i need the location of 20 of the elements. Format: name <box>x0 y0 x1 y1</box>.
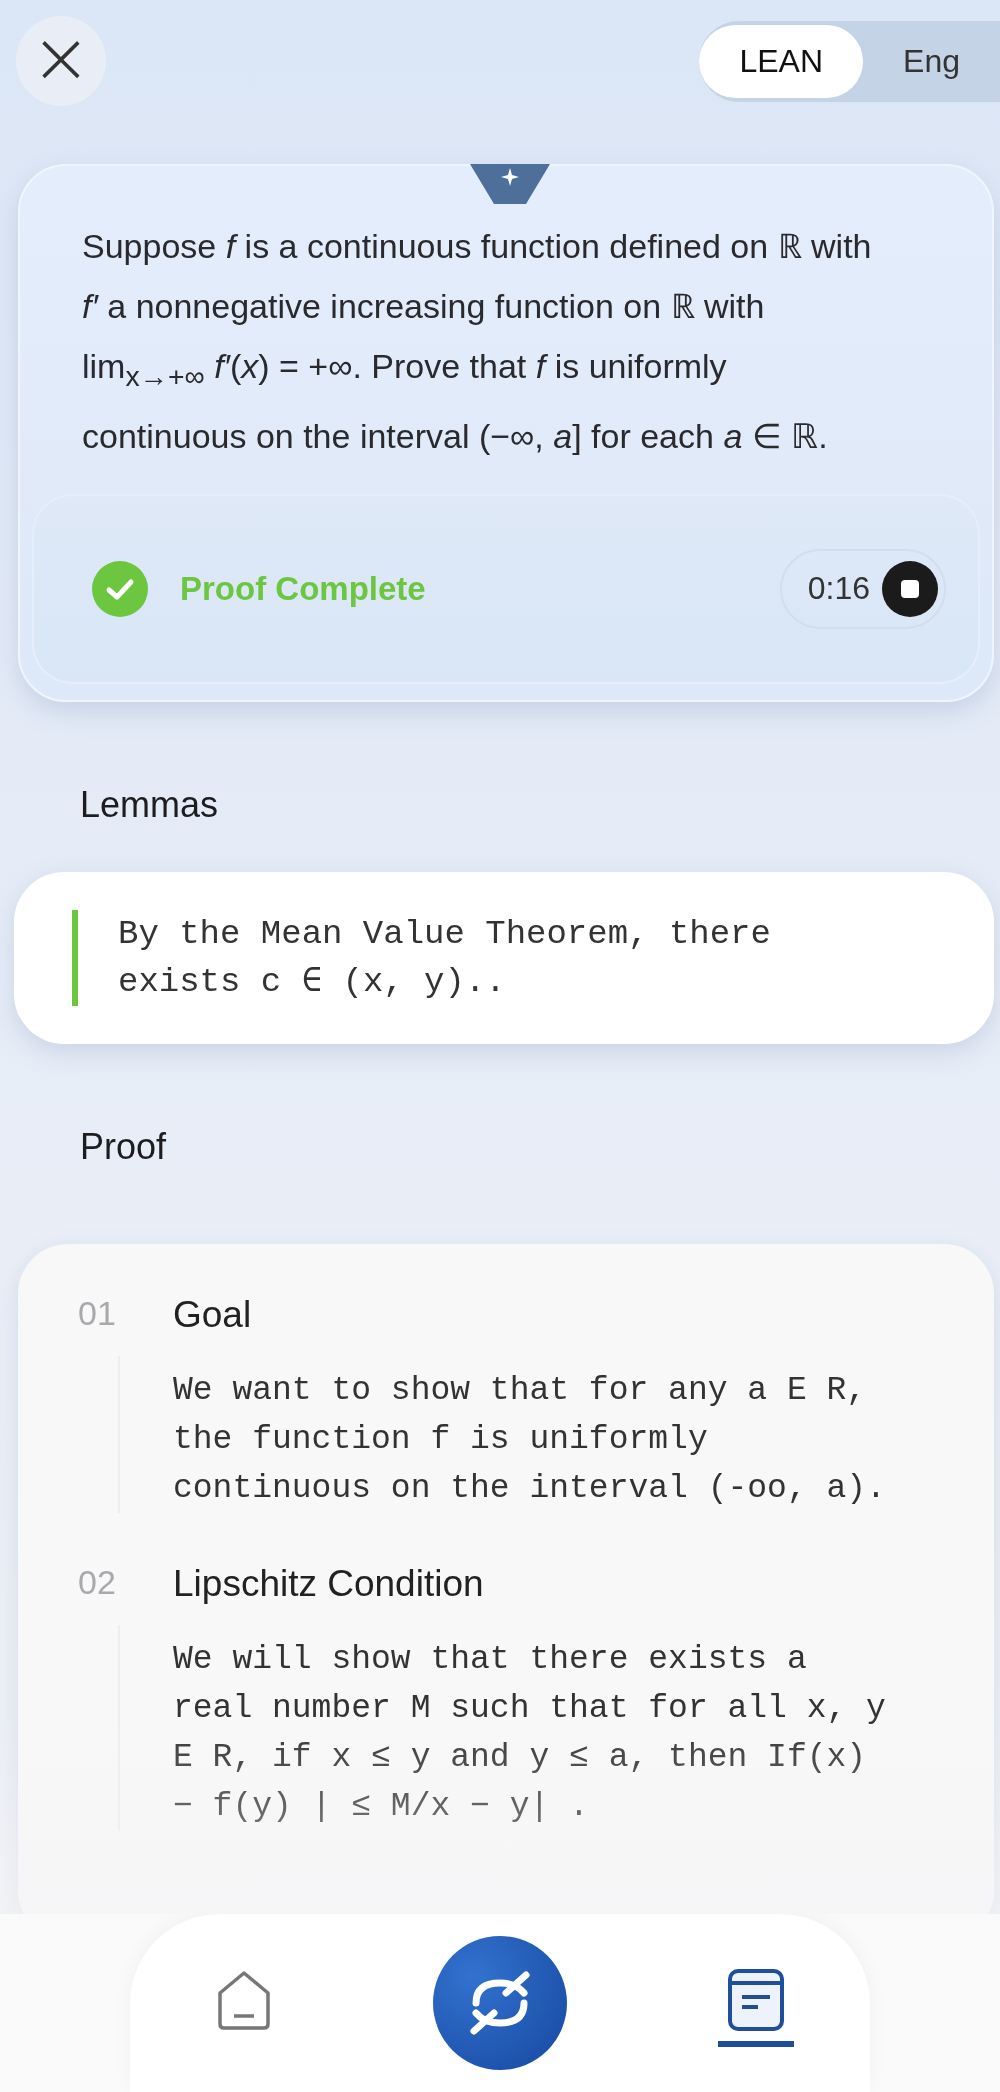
timer-pill[interactable]: 0:16 <box>779 548 946 629</box>
language-tab[interactable]: Eng <box>863 24 1000 98</box>
step-title: Lipschitz Condition <box>173 1562 485 1605</box>
step-text: We want to show that for any a E R, the function f is uniformly continuous on the interval (-oo, a). <box>173 1370 887 1509</box>
step-number: 02 <box>78 1562 117 1603</box>
check-icon <box>92 560 148 617</box>
language-tab[interactable]: LEAN <box>699 24 864 98</box>
status-text: Proof Complete <box>180 569 426 608</box>
document-icon <box>726 1967 787 2033</box>
close-button[interactable]: × <box>16 16 106 106</box>
language-toggle[interactable]: LEAN Eng <box>699 20 1000 102</box>
step-text: We will show that there exists a real number M such that for all x, y E R, if x ≤ y and y ≤ a, then If(x) − f(y) | ≤ M/x − y| . <box>173 1639 887 1827</box>
problem-text: Suppose f is a continuous function defined on ℝ with f′ a nonnegative increasing function on ℝ with lim$_{x→+∞}$ f′(x) = +∞. Prove that f is uniformly continuous on the interval (−∞, a] for each a ∈ ℝ. <box>81 226 873 457</box>
timer-text: 0:16 <box>807 570 870 608</box>
section-heading: Lemmas <box>79 783 220 826</box>
step-title: Goal <box>173 1293 253 1336</box>
section-heading: Proof <box>79 1125 168 1168</box>
stop-icon[interactable] <box>882 560 938 617</box>
lemma-text: By the Mean Value Theorem, there exists c ∈ (x, y).. <box>118 913 772 1003</box>
step-number: 01 <box>78 1293 117 1334</box>
